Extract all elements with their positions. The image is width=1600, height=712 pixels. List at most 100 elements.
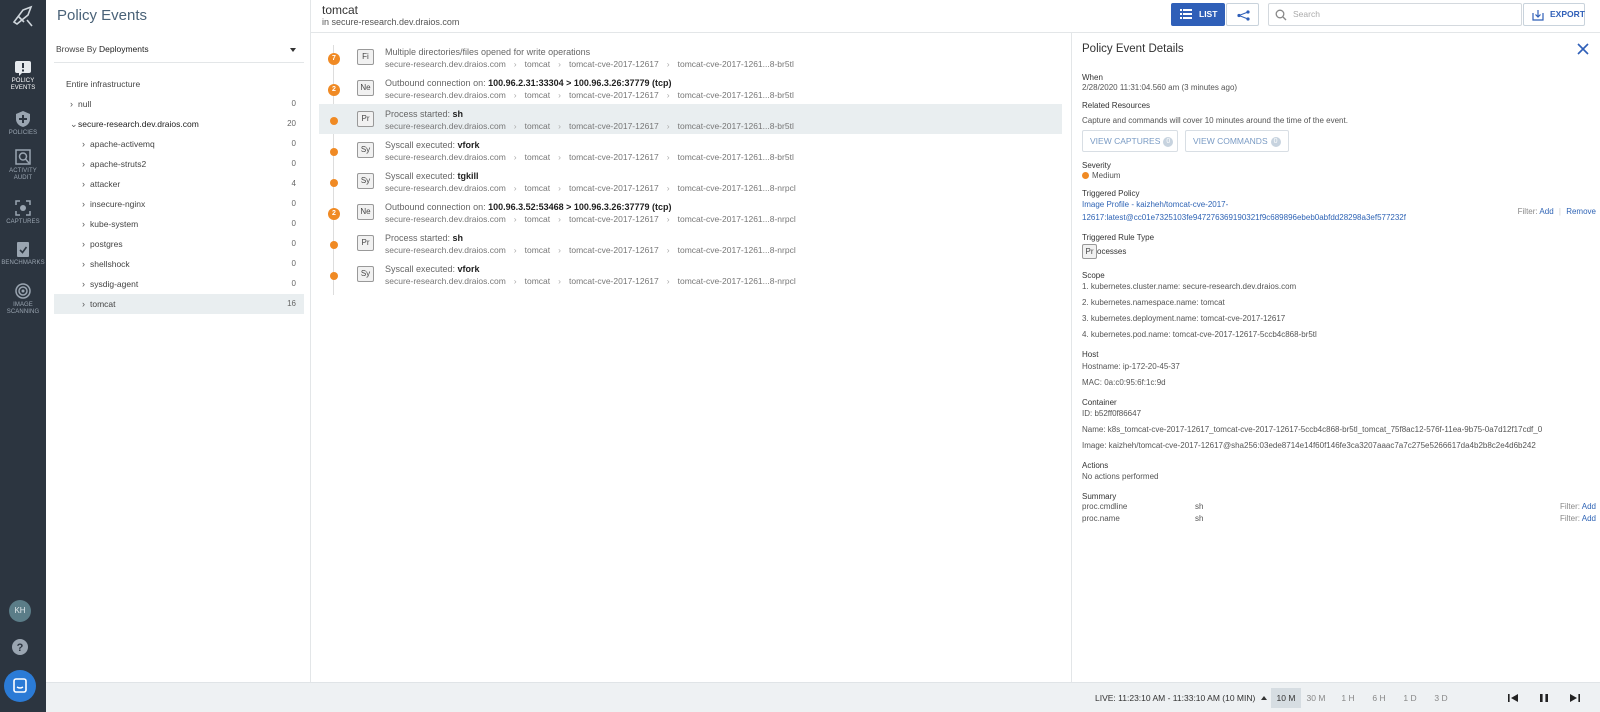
export-icon — [1532, 10, 1544, 21]
tree-item[interactable]: Entire infrastructure — [54, 74, 304, 94]
filter-add-link[interactable]: Add — [1539, 207, 1553, 216]
list-view-button[interactable]: LIST — [1171, 3, 1225, 26]
time-range-button[interactable]: 6 H — [1364, 688, 1394, 708]
event-title-value: 100.96.2.31:33304 > 100.96.3.26:37779 (t… — [488, 78, 672, 88]
breadcrumb-item: tomcat-cve-2017-1261...8-br5tl — [677, 152, 794, 162]
policy-link-line1[interactable]: Image Profile - kaizheh/tomcat-cve-2017- — [1082, 200, 1228, 209]
nav-item-policies[interactable]: POLICIES — [0, 110, 46, 137]
tree-item[interactable]: › apache-activemq 0 — [54, 134, 304, 154]
browse-by-dropdown[interactable]: Browse By Deployments — [54, 37, 304, 63]
chat-button[interactable] — [4, 670, 36, 702]
list-icon — [1180, 9, 1192, 19]
chevron-down-icon[interactable]: ⌄ — [70, 114, 78, 134]
chevron-right-icon[interactable]: › — [82, 194, 85, 214]
event-row[interactable]: Sy Syscall executed: vfork secure-research… — [319, 135, 1062, 165]
breadcrumb-item: tomcat — [524, 90, 551, 100]
event-row[interactable]: Pr Process started: sh secure-research.dev… — [319, 104, 1062, 134]
time-range-button[interactable]: 10 M — [1271, 688, 1301, 708]
tree-item[interactable]: › apache-struts2 0 — [54, 154, 304, 174]
event-type-badge: Pr — [357, 111, 374, 127]
tree-item-label: attacker — [90, 179, 121, 189]
tree-item[interactable]: › insecure-nginx 0 — [54, 194, 304, 214]
event-row[interactable]: Sy Syscall executed: vfork secure-research… — [319, 259, 1062, 289]
chevron-right-icon[interactable]: › — [82, 154, 85, 174]
event-title: Syscall executed: vfork — [385, 140, 480, 150]
scope-item: 3. kubernetes.deployment.name: tomcat-cv… — [1082, 314, 1286, 323]
tree-item[interactable]: ⌄ secure-research.dev.draios.com 20 — [54, 114, 304, 134]
event-dot-icon — [330, 148, 338, 156]
tree-item[interactable]: › null 0 — [54, 94, 304, 114]
view-captures-button[interactable]: VIEW CAPTURES 0 — [1082, 130, 1178, 152]
chevron-right-icon[interactable]: › — [82, 214, 85, 234]
nav-item-benchmarks[interactable]: BENCHMARKS — [0, 240, 46, 267]
tree-item[interactable]: › postgres 0 — [54, 234, 304, 254]
breadcrumb-separator-icon: › — [666, 59, 670, 69]
scope-item: 4. kubernetes.pod.name: tomcat-cve-2017-… — [1082, 330, 1317, 339]
tree-item[interactable]: › shellshock 0 — [54, 254, 304, 274]
chevron-right-icon[interactable]: › — [70, 94, 73, 114]
event-row[interactable]: 2 Ne Outbound connection on: 100.96.3.52:5… — [319, 197, 1062, 227]
event-type-badge: Ne — [357, 204, 374, 220]
view-commands-button[interactable]: VIEW COMMANDS 0 — [1185, 130, 1289, 152]
chevron-right-icon[interactable]: › — [82, 234, 85, 254]
policy-link-line2[interactable]: 12617:latest@cc01e7325103fe9472763691903… — [1082, 213, 1406, 222]
chevron-right-icon[interactable]: › — [82, 134, 85, 154]
pause-icon[interactable] — [1537, 691, 1551, 705]
time-range-button[interactable]: 30 M — [1301, 688, 1331, 708]
event-row[interactable]: Pr Process started: sh secure-research.dev… — [319, 228, 1062, 258]
sysdig-logo-icon[interactable] — [9, 2, 37, 30]
commands-count-badge: 0 — [1270, 137, 1281, 147]
event-type-badge: Sy — [357, 142, 374, 158]
nav-item-activity-audit[interactable]: ACTIVITY AUDIT — [0, 148, 46, 182]
tree-item-count: 0 — [291, 279, 296, 288]
app-root: POLICY EVENTS POLICIES ACTIVITY AUDIT CA… — [0, 0, 1600, 712]
tree-item[interactable]: › attacker 4 — [54, 174, 304, 194]
close-icon[interactable] — [1576, 42, 1590, 56]
nav-item-policy-events[interactable]: POLICY EVENTS — [0, 60, 46, 92]
user-avatar[interactable]: KH — [9, 600, 31, 622]
export-button[interactable]: EXPORT — [1523, 3, 1585, 26]
actions-label: Actions — [1082, 461, 1109, 470]
filter-add-link[interactable]: Add — [1582, 502, 1596, 511]
help-icon[interactable]: ? — [11, 638, 29, 656]
skip-back-icon[interactable] — [1506, 691, 1520, 705]
chevron-right-icon[interactable]: › — [82, 174, 85, 194]
activity-audit-icon — [15, 149, 31, 165]
time-range-button[interactable]: 3 D — [1426, 688, 1456, 708]
tree-item-count: 0 — [291, 99, 296, 108]
live-time-range[interactable]: LIVE: 11:23:10 AM - 11:33:10 AM (10 MIN) — [1095, 693, 1268, 703]
event-row[interactable]: Sy Syscall executed: tgkill secure-researc… — [319, 166, 1062, 196]
graph-view-button[interactable] — [1226, 3, 1259, 26]
tree-item[interactable]: › kube-system 0 — [54, 214, 304, 234]
event-dot-icon — [330, 179, 338, 187]
event-row[interactable]: 2 Ne Outbound connection on: 100.96.2.31:3… — [319, 73, 1062, 103]
nav-label: BENCHMARKS — [1, 260, 45, 266]
tree-item[interactable]: › tomcat 16 — [54, 294, 304, 314]
filter-add-link[interactable]: Add — [1582, 514, 1596, 523]
event-title-value: tgkill — [457, 171, 479, 181]
event-count-badge: 2 — [328, 208, 340, 220]
search-placeholder: Search — [1293, 9, 1320, 19]
time-range-button[interactable]: 1 D — [1395, 688, 1425, 708]
breadcrumb-separator-icon: › — [558, 276, 561, 286]
breadcrumb-separator-icon: › — [666, 90, 670, 100]
breadcrumb-separator-icon: › — [666, 152, 670, 162]
breadcrumb-separator-icon: › — [666, 183, 670, 193]
chevron-right-icon[interactable]: › — [82, 294, 85, 314]
filter-remove-link[interactable]: Remove — [1566, 207, 1596, 216]
search-input[interactable]: Search — [1268, 3, 1522, 26]
view-captures-label: VIEW CAPTURES — [1090, 136, 1161, 146]
tree-item-label: apache-activemq — [90, 139, 155, 149]
breadcrumb-separator-icon: › — [558, 152, 561, 162]
time-range-button[interactable]: 1 H — [1333, 688, 1363, 708]
details-title: Policy Event Details — [1082, 43, 1184, 55]
nav-item-captures[interactable]: CAPTURES — [0, 199, 46, 226]
breadcrumb-separator-icon: › — [513, 152, 517, 162]
event-breadcrumb: secure-research.dev.draios.com › tomcat › to… — [385, 214, 796, 224]
chevron-right-icon[interactable]: › — [82, 274, 85, 294]
event-row[interactable]: 7 Fi Multiple directories/files opened for… — [319, 42, 1062, 72]
nav-item-image-scanning[interactable]: IMAGE SCANNING — [0, 282, 46, 316]
skip-forward-icon[interactable] — [1568, 691, 1582, 705]
tree-item[interactable]: › sysdig-agent 0 — [54, 274, 304, 294]
chevron-right-icon[interactable]: › — [82, 254, 85, 274]
